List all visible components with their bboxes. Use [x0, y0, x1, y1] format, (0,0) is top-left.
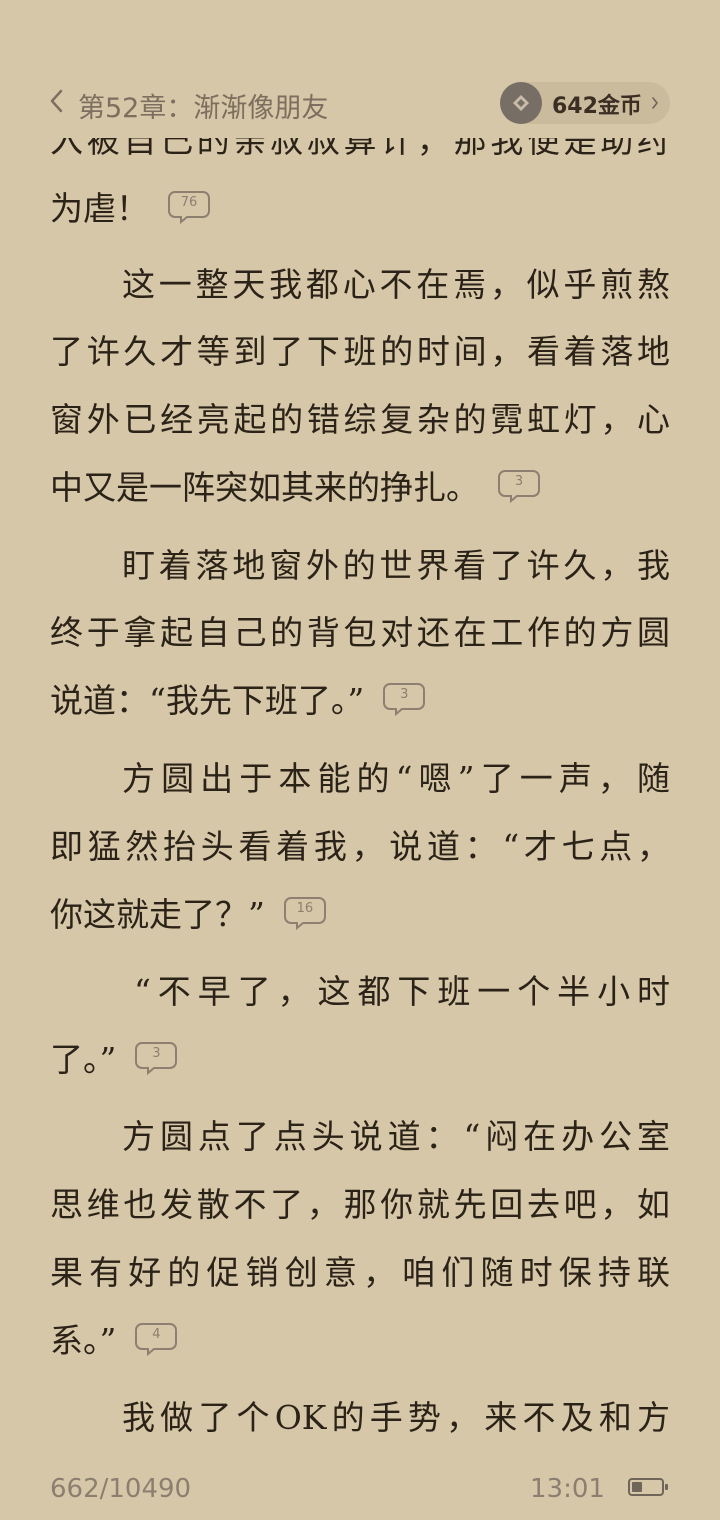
text-line-content: 中又是一阵突如其来的挣扎。 [50, 468, 479, 507]
comment-bubble[interactable]: 3 [134, 1040, 178, 1076]
chapter-title[interactable]: 第52章：渐渐像朋友 [78, 86, 328, 125]
battery-level [632, 1482, 642, 1492]
comment-bubble[interactable]: 3 [382, 681, 426, 717]
text-line: 说道：“我先下班了。” 3 [50, 676, 670, 726]
text-line: 你这就走了？” 16 [50, 890, 670, 940]
coin-balance: 642金币 [552, 94, 642, 119]
comment-count: 16 [296, 901, 314, 916]
text-line-content: 你这就走了？” [50, 895, 265, 934]
comment-count: 76 [180, 195, 198, 210]
comment-bubble[interactable]: 16 [283, 895, 327, 931]
clock-time: 13:01 [530, 1474, 605, 1504]
text-line: 窗外已经亮起的错综复杂的霓虹灯，心 [50, 400, 670, 439]
text-line: 思维也发散不了，那你就先回去吧，如 [50, 1185, 670, 1224]
text-line: “不早了，这都下班一个半小时 [134, 972, 670, 1011]
comment-bubble[interactable]: 76 [167, 189, 211, 225]
text-line: 系。” 4 [50, 1316, 670, 1366]
text-line: 我做了个OK的手势，来不及和方 [122, 1398, 670, 1437]
chevron-left-icon [50, 89, 63, 113]
text-line: 方圆出于本能的“嗯”了一声，随 [122, 759, 670, 798]
coin-icon [500, 82, 542, 124]
text-line: 即猛然抬头看着我，说道：“才七点， [50, 827, 670, 866]
comment-bubble[interactable]: 4 [134, 1321, 178, 1357]
text-line: 了许久才等到了下班的时间，看着落地 [50, 332, 670, 371]
comment-count: 3 [152, 1046, 161, 1061]
text-line: 终于拿起自己的背包对还在工作的方圆 [50, 613, 670, 652]
coin-balance-button[interactable]: 642金币 [500, 82, 670, 124]
comment-bubble[interactable]: 3 [497, 468, 541, 504]
text-line: 方圆点了点头说道：“闷在办公室 [122, 1117, 670, 1156]
battery-icon [628, 1478, 668, 1496]
reading-content[interactable]: 入被自己的亲叔叔算计，那我便是助纣 为虐！ 76 这一整天我都心不在焉，似乎煎熬 … [0, 0, 720, 1440]
text-line-content: 说道：“我先下班了。” [50, 681, 365, 720]
text-line: 盯着落地窗外的世界看了许久，我 [122, 546, 670, 585]
text-line: 果有好的促销创意，咱们随时保持联 [50, 1253, 670, 1292]
reading-progress: 662/10490 [50, 1474, 192, 1504]
comment-count: 4 [152, 1327, 161, 1342]
comment-count: 3 [400, 687, 409, 702]
text-line: 了。” 3 [50, 1035, 670, 1085]
chevron-right-icon [650, 95, 660, 111]
comment-count: 3 [514, 474, 524, 489]
text-line-content: 为虐！ [50, 189, 149, 228]
text-line: 中又是一阵突如其来的挣扎。 3 [50, 463, 670, 513]
back-button[interactable] [44, 86, 70, 116]
text-line-content: 了。” [50, 1040, 117, 1079]
text-line: 为虐！ 76 [50, 184, 670, 234]
reader-header: 第52章：渐渐像朋友 642金币 [0, 70, 720, 134]
text-line: 这一整天我都心不在焉，似乎煎熬 [122, 265, 670, 304]
text-line-content: 系。” [50, 1321, 117, 1360]
